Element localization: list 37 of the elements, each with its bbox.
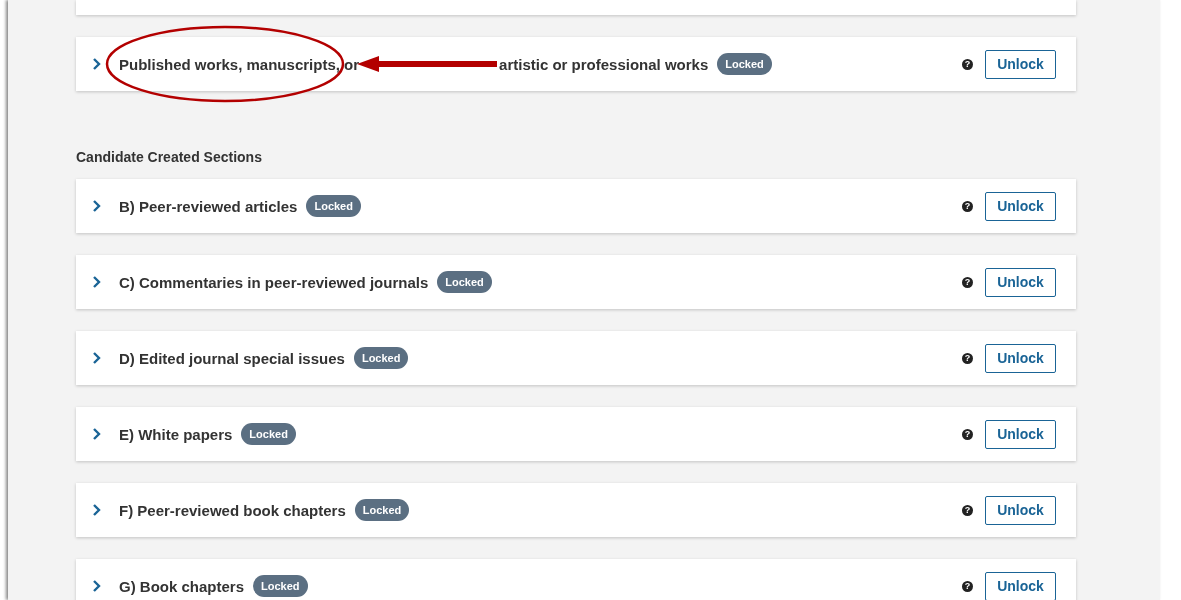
help-icon[interactable]: ?: [962, 200, 973, 212]
section-title: E) White papers: [119, 425, 233, 443]
chevron-right-icon[interactable]: [92, 200, 102, 212]
unlock-button[interactable]: Unlock: [985, 267, 1056, 297]
section-title: Published works, manuscripts, or: [119, 55, 360, 73]
locked-badge: Locked: [241, 423, 296, 445]
section-title: B) Peer-reviewed articles: [119, 197, 298, 215]
chevron-right-icon[interactable]: [92, 58, 102, 70]
section-title: F) Peer-reviewed book chapters: [119, 501, 346, 519]
help-icon[interactable]: ?: [962, 580, 973, 592]
locked-badge: Locked: [717, 53, 772, 75]
help-icon[interactable]: ?: [962, 58, 973, 70]
chevron-right-icon[interactable]: [92, 352, 102, 364]
locked-badge: Locked: [306, 195, 361, 217]
locked-badge: Locked: [437, 271, 492, 293]
section-title: G) Book chapters: [119, 577, 245, 595]
locked-badge: Locked: [354, 499, 410, 521]
chevron-right-icon[interactable]: [92, 580, 102, 592]
help-icon[interactable]: ?: [962, 504, 973, 516]
unlock-button[interactable]: Unlock: [985, 343, 1056, 373]
unlock-button[interactable]: Unlock: [985, 419, 1056, 449]
section-title: artistic or professional works: [499, 55, 709, 73]
chevron-right-icon[interactable]: [92, 276, 102, 288]
unlock-button[interactable]: Unlock: [985, 495, 1056, 525]
section-heading: Candidate Created Sections: [76, 149, 263, 165]
locked-badge: Locked: [253, 575, 308, 597]
chevron-right-icon[interactable]: [92, 504, 102, 516]
section-title: D) Edited journal special issues: [119, 349, 345, 367]
help-icon[interactable]: ?: [962, 352, 973, 364]
chevron-right-icon[interactable]: [92, 428, 102, 440]
help-icon[interactable]: ?: [962, 276, 973, 288]
unlock-button[interactable]: Unlock: [985, 49, 1056, 79]
help-icon[interactable]: ?: [962, 428, 973, 440]
section-title: C) Commentaries in peer-reviewed journals: [119, 273, 429, 291]
unlock-button[interactable]: Unlock: [985, 571, 1056, 600]
unlock-button[interactable]: Unlock: [985, 191, 1056, 221]
locked-badge: Locked: [353, 347, 409, 369]
